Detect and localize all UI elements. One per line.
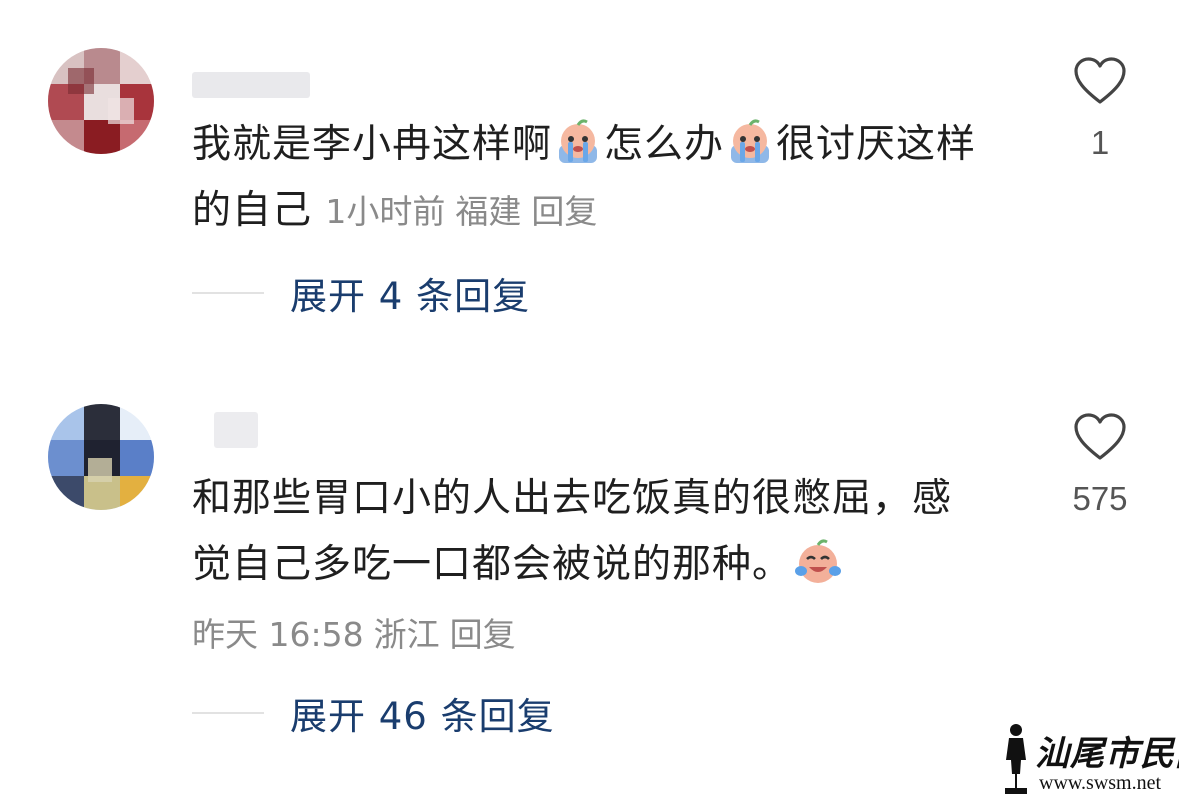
blurred-avatar-image — [48, 404, 154, 510]
expand-replies-button[interactable]: 展开 4 条回复 — [192, 268, 530, 318]
crying-face-emoji — [731, 119, 770, 163]
expand-replies-label: 展开 4 条回复 — [290, 275, 531, 318]
reply-button[interactable]: 回复 — [531, 192, 597, 231]
reply-button[interactable]: 回复 — [450, 615, 516, 654]
like-count: 1 — [1090, 124, 1110, 161]
comment-text-line: 觉自己多吃一口都会被说的那种。 — [192, 542, 793, 587]
watermark-text: 汕尾市民网 — [1035, 734, 1179, 774]
comment-time: 昨天 16:58 — [192, 615, 364, 654]
comment-text-line: 和那些胃口小的人出去吃饭真的很憋屈，感 — [192, 476, 953, 521]
comment-text-part: 的自己 — [192, 188, 313, 233]
comment-text: 我就是李小冉这样啊 怎么办 很讨厌这样 的自己 1小时前 福建 回复 — [192, 112, 1032, 245]
site-watermark: 汕尾市民网 www.swsm.net — [999, 720, 1179, 798]
laughing-crying-face-emoji — [795, 539, 842, 583]
comment-text: 和那些胃口小的人出去吃饭真的很憋屈，感 觉自己多吃一口都会被说的那种。 — [192, 466, 1032, 598]
divider-line — [192, 292, 264, 294]
like-count: 575 — [1072, 480, 1128, 517]
heart-outline-icon — [1074, 57, 1126, 104]
comment-time: 1小时前 — [325, 192, 446, 231]
like-button[interactable]: 575 — [1064, 412, 1136, 518]
comment-text-part: 我就是李小冉这样啊 — [192, 122, 553, 167]
avatar[interactable] — [48, 48, 154, 154]
crying-face-emoji — [559, 119, 598, 163]
comment-meta: 1小时前 福建 回复 — [325, 192, 607, 231]
divider-line — [192, 712, 264, 714]
comment-meta: 昨天 16:58 浙江 回复 — [192, 608, 526, 656]
expand-replies-button[interactable]: 展开 46 条回复 — [192, 688, 555, 738]
heart-outline-icon — [1074, 413, 1126, 460]
watermark-url: www.swsm.net — [1039, 772, 1162, 794]
statue-logo-icon — [1005, 724, 1027, 794]
comment-location: 福建 — [455, 192, 522, 231]
username-redacted[interactable] — [214, 412, 258, 448]
comment-text-part: 怎么办 — [604, 122, 725, 167]
expand-replies-label: 展开 46 条回复 — [290, 695, 555, 738]
comment-text-part: 很讨厌这样 — [776, 122, 977, 167]
like-button[interactable]: 1 — [1064, 56, 1136, 162]
comment-location: 浙江 — [373, 615, 440, 654]
username-redacted[interactable] — [192, 72, 310, 98]
blurred-avatar-image — [48, 48, 154, 154]
avatar[interactable] — [48, 404, 154, 510]
